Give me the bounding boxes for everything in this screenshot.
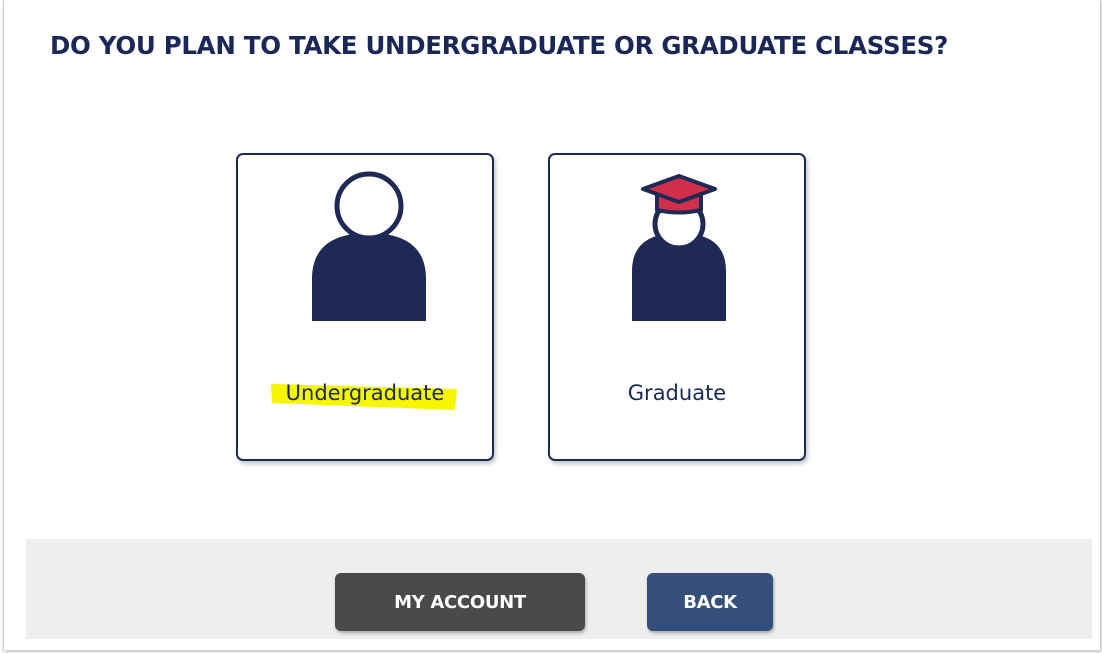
page-frame: DO YOU PLAN TO TAKE UNDERGRADUATE OR GRA… [3, 0, 1101, 650]
undergraduate-label: Undergraduate [285, 381, 445, 405]
my-account-button[interactable]: MY ACCOUNT [335, 573, 585, 631]
person-icon [312, 171, 426, 321]
back-button[interactable]: BACK [647, 573, 773, 631]
undergraduate-option-card[interactable]: Undergraduate [236, 153, 494, 461]
graduate-person-icon [632, 174, 726, 321]
graduate-option-card[interactable]: Graduate [548, 153, 806, 461]
page-title: DO YOU PLAN TO TAKE UNDERGRADUATE OR GRA… [50, 31, 949, 60]
footer-bar: MY ACCOUNT BACK [26, 539, 1092, 639]
graduate-label: Graduate [627, 381, 727, 405]
